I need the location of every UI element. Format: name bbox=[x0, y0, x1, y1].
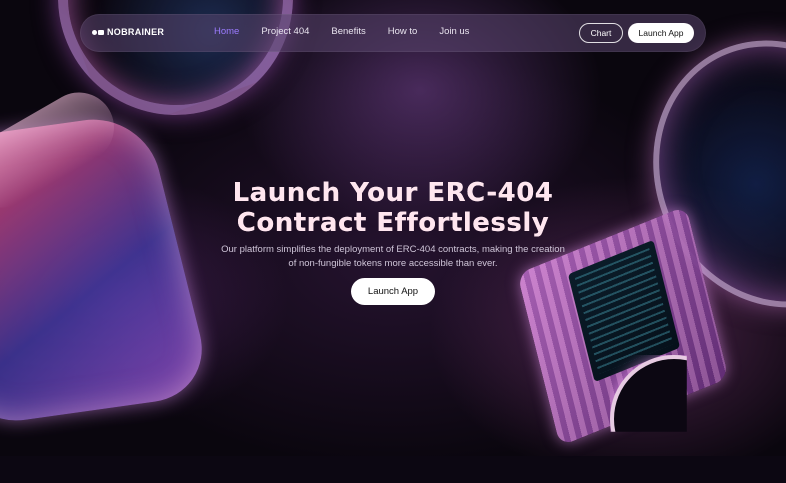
top-navbar: NOBRAINER Home Project 404 Benefits How … bbox=[80, 14, 706, 52]
hero-title: Launch Your ERC-404 Contract Effortlessl… bbox=[0, 178, 786, 238]
hero-subtitle-line-2: of non-fungible tokens more accessible t… bbox=[288, 258, 498, 269]
launch-app-nav-button[interactable]: Launch App bbox=[628, 23, 694, 43]
nav-link-how-to[interactable]: How to bbox=[388, 26, 418, 37]
nav-link-project-404[interactable]: Project 404 bbox=[261, 26, 309, 37]
hero-subtitle-line-1: Our platform simplifies the deployment o… bbox=[221, 244, 565, 255]
logo[interactable]: NOBRAINER bbox=[92, 27, 164, 37]
logo-icon bbox=[92, 29, 104, 35]
hero-subtitle: Our platform simplifies the deployment o… bbox=[0, 243, 786, 271]
nav-link-home[interactable]: Home bbox=[214, 26, 239, 37]
hero-title-line-2: Contract Effortlessly bbox=[236, 208, 550, 238]
launch-app-hero-button[interactable]: Launch App bbox=[351, 278, 435, 305]
nav-link-benefits[interactable]: Benefits bbox=[331, 26, 365, 37]
nav-link-join-us[interactable]: Join us bbox=[439, 26, 469, 37]
nav-links: Home Project 404 Benefits How to Join us bbox=[214, 26, 491, 37]
hero-title-line-1: Launch Your ERC-404 bbox=[232, 178, 554, 208]
logo-text: NOBRAINER bbox=[107, 27, 165, 37]
chart-button[interactable]: Chart bbox=[579, 23, 623, 43]
